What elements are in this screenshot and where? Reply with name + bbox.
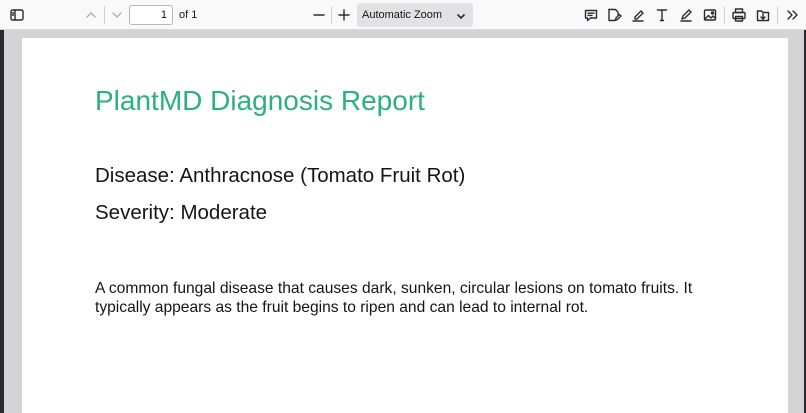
toolbar-divider	[777, 6, 778, 24]
sidebar-toggle-icon[interactable]	[6, 5, 28, 25]
minus-icon[interactable]	[308, 5, 330, 25]
save-icon[interactable]	[752, 5, 774, 25]
highlight-icon[interactable]	[627, 5, 649, 25]
pdf-page: PlantMD Diagnosis Report Disease: Anthra…	[22, 38, 788, 413]
pdf-toolbar: of 1 Automatic Zoom	[0, 0, 806, 30]
disease-description: A common fungal disease that causes dark…	[95, 280, 693, 316]
image-icon[interactable]	[699, 5, 721, 25]
toolbar-divider	[104, 6, 105, 24]
zoom-select[interactable]: Automatic Zoom	[357, 3, 473, 27]
severity-line: Severity: Moderate	[95, 201, 268, 224]
chevron-up-icon[interactable]	[80, 5, 102, 25]
page-count-label: of 1	[179, 9, 198, 21]
document-viewer[interactable]: PlantMD Diagnosis Report Disease: Anthra…	[0, 30, 806, 413]
pencil-icon[interactable]	[675, 5, 697, 25]
plus-icon[interactable]	[333, 5, 355, 25]
zoom-select-label: Automatic Zoom	[362, 9, 443, 21]
chevron-down-icon	[455, 9, 467, 21]
toolbar-divider	[724, 6, 725, 24]
toolbar-divider	[331, 6, 332, 24]
comment-icon[interactable]	[580, 5, 602, 25]
page-number-input[interactable]	[129, 5, 173, 25]
chevron-down-icon[interactable]	[106, 5, 128, 25]
report-title: PlantMD Diagnosis Report	[95, 85, 425, 116]
disease-line: Disease: Anthracnose (Tomato Fruit Rot)	[95, 164, 466, 187]
printer-icon[interactable]	[728, 5, 750, 25]
signature-icon[interactable]	[603, 5, 625, 25]
text-icon[interactable]	[651, 5, 673, 25]
double-chevron-right-icon[interactable]	[781, 5, 803, 25]
